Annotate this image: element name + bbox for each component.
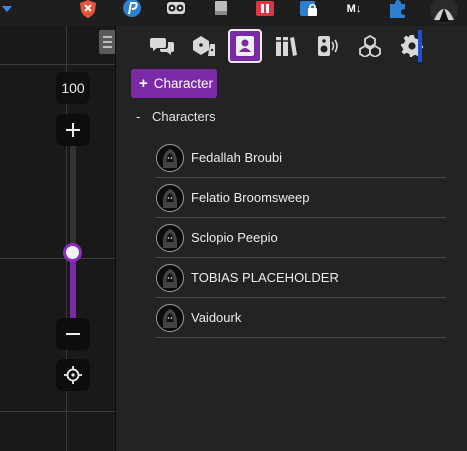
tab-items[interactable] (269, 29, 303, 63)
tab-playlists[interactable] (311, 29, 345, 63)
zoom-out-button[interactable] (56, 318, 90, 350)
grid-line (0, 258, 115, 259)
folder-collapse-toggle[interactable]: - (136, 109, 150, 124)
actor-name: TOBIAS PLACEHOLDER (191, 270, 339, 285)
tab-settings[interactable] (395, 29, 429, 63)
tab-chat[interactable] (145, 29, 179, 63)
chat-bubbles-icon (150, 38, 174, 55)
tab-bar-scroll-indicator (418, 30, 422, 62)
actor-name: Fedallah Broubi (191, 150, 283, 165)
cubes-icon (359, 35, 381, 57)
create-character-button[interactable]: + Character (131, 69, 217, 98)
create-character-label: Character (153, 76, 214, 91)
list-item[interactable]: Felatio Broomsweep (156, 178, 446, 218)
crosshair-icon (64, 366, 82, 384)
grid-line (0, 411, 115, 412)
menu-triangle-icon[interactable] (0, 0, 14, 18)
list-item[interactable]: Fedallah Broubi (156, 138, 446, 178)
actor-name: Vaidourk (191, 310, 242, 325)
speaker-icon (318, 36, 338, 56)
sidebar: + Character - Characters Fedallah Broubi… (115, 26, 467, 451)
hooded-figure-icon (156, 143, 184, 172)
markdown-icon[interactable]: M↓ (343, 0, 365, 18)
center-view-button[interactable] (56, 359, 90, 391)
document-icon[interactable] (211, 0, 231, 18)
hooded-figure-icon (156, 223, 184, 252)
list-item[interactable]: TOBIAS PLACEHOLDER (156, 258, 446, 298)
hooded-figure-icon (156, 303, 184, 332)
owl-icon[interactable] (165, 0, 187, 18)
pause-icon[interactable] (254, 0, 276, 18)
grid-line (0, 64, 115, 65)
folder-characters[interactable]: - Characters (136, 109, 216, 124)
folder-name[interactable]: Characters (152, 109, 216, 124)
extension-toolbar: M↓ (0, 0, 467, 26)
actor-card-icon (236, 36, 254, 56)
puzzle-icon[interactable] (386, 0, 408, 18)
tab-compendium[interactable] (353, 29, 387, 63)
shield-x-icon[interactable] (78, 0, 98, 18)
tab-combat[interactable] (187, 29, 221, 63)
profile-avatar-icon[interactable] (424, 0, 464, 24)
tab-actors[interactable] (228, 29, 262, 63)
zoom-level: 100 (56, 72, 90, 104)
actor-name: Sclopio Peepio (191, 230, 278, 245)
lock-badge-icon[interactable] (298, 0, 320, 18)
plus-icon: + (139, 75, 148, 92)
minus-icon (66, 333, 80, 335)
plus-icon (66, 123, 80, 137)
actor-name: Felatio Broomsweep (191, 190, 310, 205)
list-item[interactable]: Sclopio Peepio (156, 218, 446, 258)
zoom-in-button[interactable] (56, 114, 90, 146)
zoom-slider-track[interactable] (70, 146, 76, 252)
zoom-slider-thumb[interactable] (63, 243, 82, 262)
p-circle-icon[interactable] (121, 0, 143, 18)
sidebar-collapse-handle[interactable] (99, 30, 115, 54)
hooded-figure-icon (156, 263, 184, 292)
dice-icon (193, 36, 215, 56)
sidebar-tabs (116, 26, 467, 66)
list-item[interactable]: Vaidourk (156, 298, 446, 338)
actor-list: Fedallah Broubi Felatio Broomsweep Sclop… (156, 138, 446, 338)
hooded-figure-icon (156, 183, 184, 212)
books-icon (276, 37, 297, 56)
